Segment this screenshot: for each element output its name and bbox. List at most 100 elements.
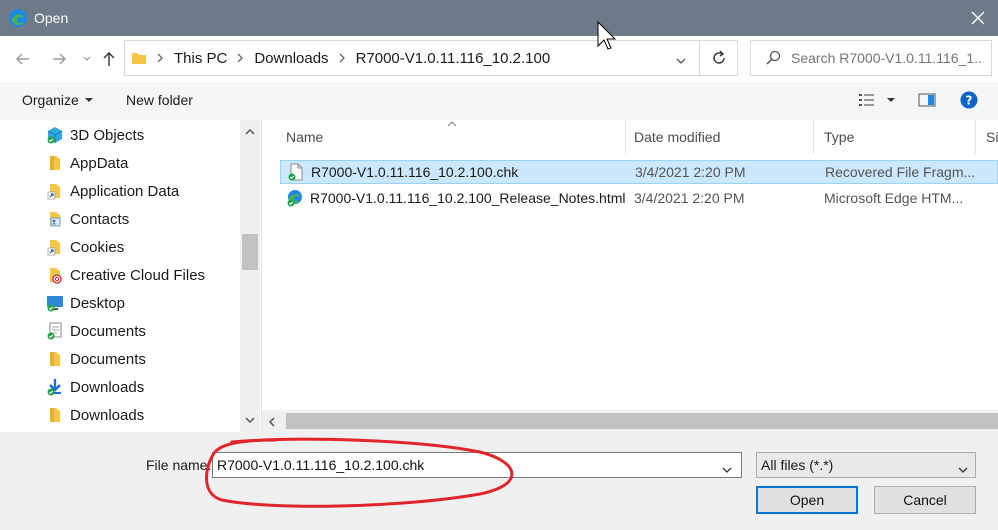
- scrollbar-thumb[interactable]: [242, 234, 258, 270]
- back-button[interactable]: [12, 48, 34, 70]
- breadcrumb-this-pc[interactable]: This PC: [174, 50, 227, 67]
- folder-icon: [50, 352, 60, 366]
- contacts-folder-icon: [50, 212, 61, 227]
- file-type-selected: All files (*.*): [761, 457, 834, 473]
- file-row[interactable]: R7000-V1.0.11.116_10.2.100.chk 3/4/2021 …: [280, 160, 998, 184]
- navigation-pane: 3D Objects AppData Application Data Cont…: [0, 120, 262, 432]
- new-folder-label: New folder: [126, 92, 193, 108]
- file-type: Recovered File Fragm...: [825, 164, 976, 180]
- nav-item-label: Contacts: [70, 210, 130, 228]
- nav-item-label: Downloads: [70, 378, 145, 396]
- nav-item-label: Downloads: [70, 406, 145, 424]
- file-name-label: File name:: [146, 457, 212, 473]
- nav-item-appdata[interactable]: AppData: [46, 150, 128, 176]
- 3d-objects-icon: [47, 127, 63, 144]
- column-header-label: Date modified: [634, 129, 721, 145]
- chevron-down-icon: [676, 58, 686, 64]
- column-header-date-modified[interactable]: Date modified: [624, 120, 814, 154]
- file-type-dropdown-button[interactable]: [957, 461, 969, 477]
- file-list: Name Date modified Type Siz R7000-V1.0.1…: [262, 120, 998, 432]
- nav-item-creative-cloud-files[interactable]: Creative Cloud Files: [46, 262, 205, 288]
- nav-item-desktop[interactable]: Desktop: [46, 290, 125, 316]
- downloads-icon: [47, 379, 61, 396]
- column-header-size[interactable]: Siz: [976, 120, 998, 154]
- cancel-button[interactable]: Cancel: [874, 486, 976, 514]
- nav-item-label: Desktop: [70, 294, 126, 312]
- nav-item-label: Creative Cloud Files: [70, 266, 206, 284]
- nav-item-3d-objects[interactable]: 3D Objects: [46, 122, 144, 148]
- breadcrumb-downloads[interactable]: Downloads: [254, 50, 328, 67]
- file-date-modified: 3/4/2021 2:20 PM: [635, 164, 746, 180]
- nav-item-label: AppData: [70, 154, 129, 172]
- creative-cloud-folder-icon: [50, 268, 62, 284]
- nav-item-downloads-folder[interactable]: Downloads: [46, 402, 144, 428]
- column-header-label: Name: [286, 129, 324, 145]
- folder-shortcut-icon: [47, 240, 60, 256]
- file-name: R7000-V1.0.11.116_10.2.100.chk: [311, 164, 519, 180]
- view-options-button[interactable]: [858, 92, 896, 108]
- nav-vertical-scrollbar[interactable]: [240, 120, 260, 432]
- open-button[interactable]: Open: [756, 486, 858, 514]
- file-list-horizontal-scrollbar[interactable]: [262, 410, 998, 432]
- file-name-input[interactable]: [213, 457, 713, 473]
- scroll-down-button[interactable]: [244, 414, 256, 426]
- preview-pane-button[interactable]: [918, 92, 936, 108]
- nav-item-label: Application Data: [70, 182, 180, 200]
- file-type-select[interactable]: All files (*.*): [756, 452, 976, 478]
- file-name: R7000-V1.0.11.116_10.2.100_Release_Notes…: [310, 190, 626, 206]
- edge-html-file-icon: [287, 190, 302, 207]
- breadcrumb-current-folder[interactable]: R7000-V1.0.11.116_10.2.100: [356, 50, 551, 67]
- nav-item-contacts[interactable]: Contacts: [46, 206, 129, 232]
- help-button[interactable]: ?: [960, 91, 978, 109]
- chevron-down-icon: [245, 417, 255, 424]
- details-view-icon: [859, 94, 874, 106]
- organize-label: Organize: [22, 92, 79, 108]
- breadcrumb-separator-icon: [338, 53, 346, 63]
- organize-button[interactable]: Organize: [22, 92, 94, 108]
- file-name-combobox[interactable]: [212, 452, 742, 478]
- address-row: This PC Downloads R7000-V1.0.11.116_10.2…: [0, 36, 998, 82]
- file-type: Microsoft Edge HTM...: [824, 190, 964, 206]
- nav-item-label: Documents: [70, 350, 146, 368]
- nav-item-application-data[interactable]: Application Data: [46, 178, 179, 204]
- nav-item-downloads[interactable]: Downloads: [46, 374, 144, 400]
- new-folder-button[interactable]: New folder: [126, 92, 193, 108]
- up-button[interactable]: [98, 48, 120, 70]
- arrow-up-icon: [103, 52, 115, 66]
- documents-icon: [47, 322, 62, 340]
- file-date-modified: 3/4/2021 2:20 PM: [634, 190, 745, 206]
- folder-icon: [50, 408, 60, 422]
- column-header-label: Type: [824, 129, 855, 145]
- arrow-right-icon: [53, 53, 66, 65]
- title-bar: Open: [0, 0, 998, 36]
- address-dropdown-button[interactable]: [675, 53, 687, 69]
- nav-item-label: Cookies: [70, 238, 125, 256]
- scroll-up-button[interactable]: [244, 126, 256, 138]
- forward-button[interactable]: [48, 48, 70, 70]
- edge-icon: [9, 9, 27, 27]
- folder-icon: [50, 156, 60, 170]
- nav-item-documents[interactable]: Documents: [46, 318, 146, 344]
- chevron-down-icon: [722, 467, 732, 473]
- chevron-down-icon: [958, 467, 968, 473]
- scrollbar-thumb[interactable]: [286, 413, 998, 429]
- svg-text:?: ?: [966, 94, 973, 108]
- scroll-left-button[interactable]: [268, 415, 276, 431]
- column-header-type[interactable]: Type: [814, 120, 976, 154]
- file-row[interactable]: R7000-V1.0.11.116_10.2.100_Release_Notes…: [280, 186, 998, 210]
- recent-locations-button[interactable]: [76, 48, 98, 70]
- arrow-left-icon: [16, 53, 29, 65]
- nav-item-cookies[interactable]: Cookies: [46, 234, 124, 260]
- nav-item-documents-folder[interactable]: Documents: [46, 346, 146, 372]
- close-button[interactable]: [966, 6, 990, 30]
- desktop-icon: [47, 296, 63, 312]
- caret-down-icon: [84, 98, 93, 102]
- file-name-dropdown-button[interactable]: [721, 461, 733, 477]
- address-bar[interactable]: This PC Downloads R7000-V1.0.11.116_10.2…: [124, 40, 738, 76]
- column-header-name[interactable]: Name: [276, 120, 626, 154]
- refresh-button[interactable]: [699, 41, 737, 75]
- toolbar: Organize New folder ?: [0, 82, 998, 120]
- breadcrumb-separator-icon: [236, 53, 244, 63]
- search-input[interactable]: [791, 50, 981, 66]
- search-box[interactable]: [750, 40, 992, 76]
